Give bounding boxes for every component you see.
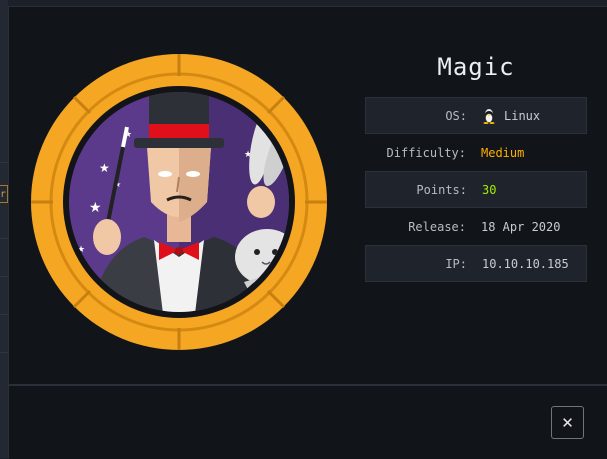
svg-text:★: ★ xyxy=(89,200,102,216)
close-button[interactable]: ✕ xyxy=(551,406,584,439)
points-label: Points: xyxy=(416,182,467,197)
info-row-os: OS: Linux xyxy=(365,97,587,134)
background-divider xyxy=(0,276,8,277)
background-sidebar xyxy=(0,0,8,458)
points-value: 30 xyxy=(482,182,497,197)
difficulty-label: Difficulty: xyxy=(386,145,466,160)
linux-tux-icon xyxy=(483,108,495,124)
background-divider xyxy=(0,238,8,239)
ip-label: IP: xyxy=(445,256,467,271)
machine-name: Magic xyxy=(437,53,515,81)
background-divider xyxy=(0,162,8,163)
modal-footer: ✕ xyxy=(9,386,607,459)
os-value-text: Linux xyxy=(504,108,541,123)
release-label: Release: xyxy=(408,219,466,234)
machine-info-modal: ★ ★ ★ ★ ★ ★ ★ xyxy=(8,6,607,459)
machine-info-table: OS: Linux Difficulty: Medium Points: 30 … xyxy=(365,97,587,282)
modal-body: ★ ★ ★ ★ ★ ★ ★ xyxy=(9,7,607,384)
ip-value: 10.10.10.185 xyxy=(482,256,569,271)
background-tab-fragment: r xyxy=(0,185,8,203)
info-row-points: Points: 30 xyxy=(365,171,587,208)
release-value: 18 Apr 2020 xyxy=(481,219,561,234)
background-divider xyxy=(0,352,8,353)
info-row-difficulty: Difficulty: Medium xyxy=(365,134,587,171)
info-row-ip: IP: 10.10.10.185 xyxy=(365,245,587,282)
os-value: Linux xyxy=(482,108,540,124)
background-divider xyxy=(0,314,8,315)
close-icon: ✕ xyxy=(561,413,574,432)
info-row-release: Release: 18 Apr 2020 xyxy=(365,208,587,245)
machine-avatar: ★ ★ ★ ★ ★ ★ ★ xyxy=(31,54,327,350)
difficulty-value: Medium xyxy=(481,145,525,160)
svg-text:★: ★ xyxy=(99,161,110,175)
os-label: OS: xyxy=(445,108,467,123)
